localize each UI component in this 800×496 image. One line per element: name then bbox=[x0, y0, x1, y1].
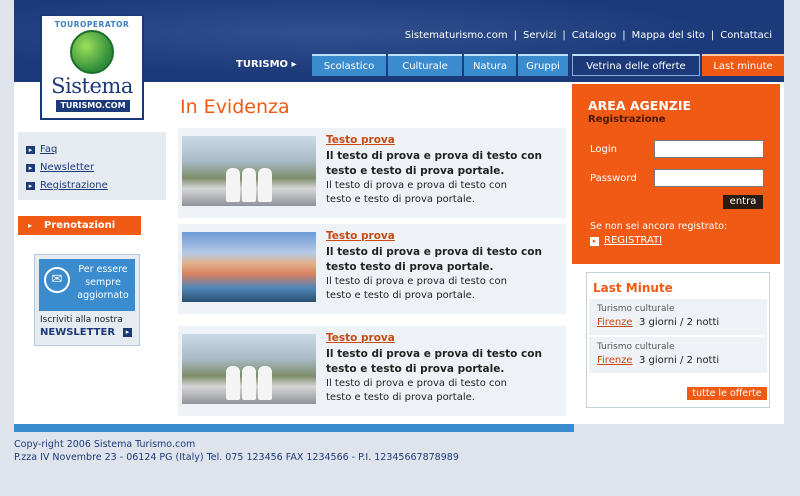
footer: Copy-right 2006 Sistema Turismo.com P.zz… bbox=[14, 438, 459, 464]
chevron-right-icon: ▸ bbox=[291, 59, 297, 70]
article-title[interactable]: Testo prova bbox=[326, 230, 395, 242]
left-column: ▸ Faq ▸ Newsletter ▸ Registrazione ▸ Pre… bbox=[14, 82, 176, 424]
nav-label: TURISMO ▸ bbox=[236, 54, 312, 76]
newsletter-text: Per essere sempre aggiornato bbox=[77, 264, 129, 301]
newsletter-label: NEWSLETTER bbox=[40, 327, 116, 338]
offer-duration: 3 giorni / 2 notti bbox=[639, 355, 720, 366]
leftmenu-registrazione[interactable]: Registrazione bbox=[40, 180, 108, 191]
article-lead: Il testo di prova e prova di testo con t… bbox=[326, 348, 542, 375]
photo-figure bbox=[258, 168, 272, 202]
last-minute-title: Last Minute bbox=[593, 281, 673, 295]
newsletter-box[interactable]: ✉ Per essere sempre aggiornato Iscriviti… bbox=[34, 254, 140, 346]
agenzie-title: AREA AGENZIE bbox=[588, 98, 692, 113]
bullet-arrow-icon: ▸ bbox=[26, 146, 35, 154]
all-offers-button[interactable]: tutte le offerte bbox=[687, 387, 767, 400]
arrow-right-icon: ▸ bbox=[123, 328, 132, 337]
separator: | bbox=[562, 30, 566, 41]
tab-culturale[interactable]: Culturale bbox=[388, 54, 462, 76]
nav-label-text: TURISMO bbox=[236, 59, 289, 70]
photo-figure bbox=[242, 168, 256, 202]
article-text: Il testo di prova e prova di testo con t… bbox=[326, 378, 507, 403]
password-label: Password bbox=[590, 173, 637, 184]
page-title: In Evidenza bbox=[180, 96, 290, 118]
newsletter-banner: ✉ Per essere sempre aggiornato bbox=[39, 259, 135, 311]
leftmenu-newsletter[interactable]: Newsletter bbox=[40, 162, 94, 173]
page: Sistematurismo.com | Servizi | Catalogo | Mapp… bbox=[14, 0, 784, 496]
photo-figure bbox=[258, 366, 272, 400]
leftmenu-faq[interactable]: Faq bbox=[40, 144, 57, 155]
bottom-bar bbox=[14, 424, 574, 432]
password-input[interactable] bbox=[654, 169, 764, 187]
top-links: Sistematurismo.com | Servizi | Catalogo | Mapp… bbox=[405, 30, 772, 41]
logo[interactable]: TOUROPERATOR Sistema TURISMO.COM bbox=[40, 14, 144, 120]
offer-category: Turismo culturale bbox=[597, 342, 675, 352]
article-card: Testo prova Il testo di prova e prova di… bbox=[178, 128, 566, 218]
newsletter-icon: ✉ bbox=[44, 267, 70, 293]
last-minute-panel: Last Minute Turismo culturale Firenze 3 … bbox=[586, 272, 770, 408]
offer-city-link[interactable]: Firenze bbox=[597, 317, 633, 328]
right-column: AREA AGENZIE Registrazione Login Passwor… bbox=[572, 82, 784, 424]
toplink-catalogo[interactable]: Catalogo bbox=[572, 30, 617, 41]
article-title[interactable]: Testo prova bbox=[326, 332, 395, 344]
arrow-right-icon: ▸ bbox=[590, 237, 599, 246]
article-photo[interactable] bbox=[182, 136, 316, 206]
footer-address: P.zza IV Novembre 23 - 06124 PG (Italy) … bbox=[14, 452, 459, 463]
tab-scolastico[interactable]: Scolastico bbox=[312, 54, 386, 76]
bullet-arrow-icon: ▸ bbox=[26, 182, 35, 190]
separator: | bbox=[710, 30, 715, 41]
article-card: Testo prova Il testo di prova e prova di… bbox=[178, 326, 566, 416]
list-item: Turismo culturale Firenze 3 giorni / 2 n… bbox=[589, 299, 767, 335]
photo-figure bbox=[226, 168, 240, 202]
article-lead: Il testo di prova e prova di testo con t… bbox=[326, 150, 542, 177]
tab-vetrina-offerte[interactable]: Vetrina delle offerte bbox=[572, 54, 700, 76]
toplink-contattaci[interactable]: Contattaci bbox=[720, 30, 772, 41]
list-item: Turismo culturale Firenze 3 giorni / 2 n… bbox=[589, 337, 767, 373]
tab-natura[interactable]: Natura bbox=[464, 54, 516, 76]
prenotazioni-label: Prenotazioni bbox=[44, 220, 116, 231]
prenotazioni-button[interactable]: ▸ Prenotazioni bbox=[18, 216, 141, 235]
logo-sistema: Sistema bbox=[51, 74, 133, 98]
offer-duration: 3 giorni / 2 notti bbox=[639, 317, 720, 328]
offer-category: Turismo culturale bbox=[597, 304, 675, 314]
toplink-sistematurismo[interactable]: Sistematurismo.com bbox=[405, 30, 508, 41]
separator: | bbox=[513, 30, 518, 41]
toplink-servizi[interactable]: Servizi bbox=[523, 30, 556, 41]
article-lead: Il testo di prova e prova di testo con t… bbox=[326, 246, 542, 273]
bullet-arrow-icon: ▸ bbox=[26, 164, 35, 172]
footer-copyright: Copy-right 2006 Sistema Turismo.com bbox=[14, 439, 196, 450]
article-photo[interactable] bbox=[182, 334, 316, 404]
login-input[interactable] bbox=[654, 140, 764, 158]
globe-icon bbox=[70, 30, 114, 74]
chevron-right-icon: ▸ bbox=[28, 221, 33, 230]
register-note: Se non sei ancora registrato: bbox=[590, 221, 728, 232]
article-card: Testo prova Il testo di prova e prova di… bbox=[178, 224, 566, 314]
agenzie-subtitle: Registrazione bbox=[588, 114, 666, 125]
photo-figure bbox=[226, 366, 240, 400]
article-photo[interactable] bbox=[182, 232, 316, 302]
tab-gruppi[interactable]: Gruppi bbox=[518, 54, 568, 76]
main-content: In Evidenza Testo prova Il testo di prov… bbox=[176, 82, 572, 424]
logo-turismo: TURISMO.COM bbox=[56, 100, 130, 112]
login-label: Login bbox=[590, 144, 617, 155]
logo-tour: TOUROPERATOR bbox=[54, 20, 130, 29]
area-agenzie-panel: AREA AGENZIE Registrazione Login Passwor… bbox=[572, 84, 780, 264]
tab-last-minute[interactable]: Last minute bbox=[702, 54, 784, 76]
newsletter-subscribe: Iscriviti alla nostra bbox=[40, 315, 123, 325]
photo-figure bbox=[242, 366, 256, 400]
toplink-mappa[interactable]: Mappa del sito bbox=[632, 30, 705, 41]
registrati-link[interactable]: REGISTRATI bbox=[604, 235, 662, 246]
separator: | bbox=[622, 30, 626, 41]
offer-city-link[interactable]: Firenze bbox=[597, 355, 633, 366]
entra-button[interactable]: entra bbox=[723, 195, 763, 209]
article-text: Il testo di prova e prova di testo con t… bbox=[326, 180, 507, 205]
article-text: Il testo di prova e prova di testo con t… bbox=[326, 276, 507, 301]
article-title[interactable]: Testo prova bbox=[326, 134, 395, 146]
left-menu: ▸ Faq ▸ Newsletter ▸ Registrazione bbox=[18, 132, 166, 200]
